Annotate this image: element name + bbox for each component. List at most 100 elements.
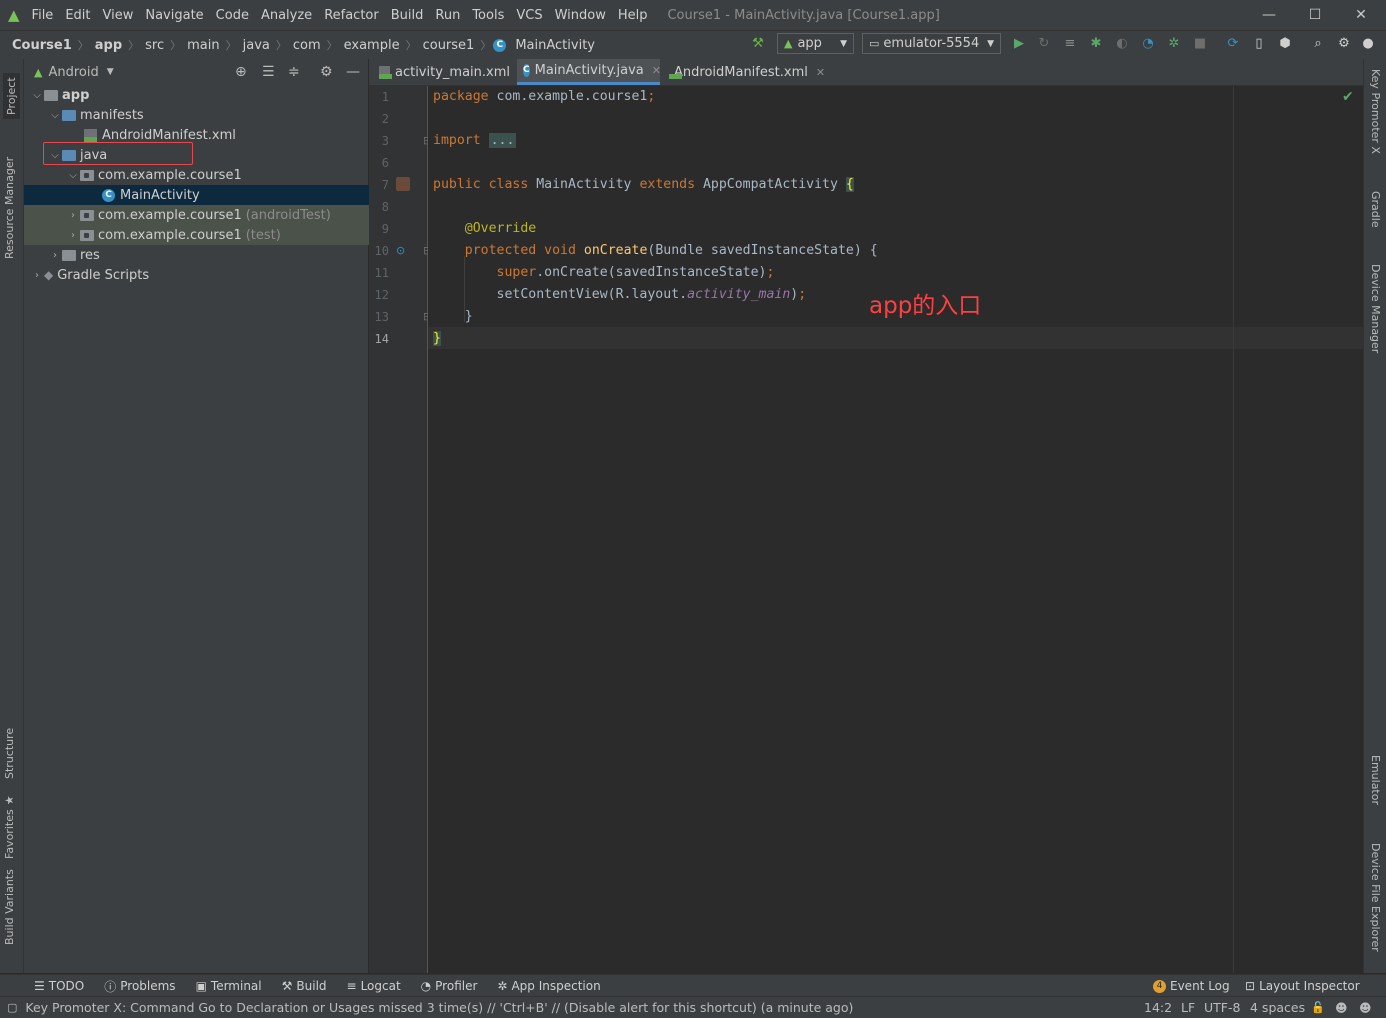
- menu-refactor[interactable]: Refactor: [318, 8, 385, 23]
- chevron-right-icon[interactable]: ›: [66, 230, 80, 241]
- locate-icon[interactable]: ⊕: [235, 64, 247, 80]
- chevron-down-icon[interactable]: ⌵: [66, 170, 80, 181]
- search-icon[interactable]: ⌕: [1309, 34, 1327, 52]
- breadcrumb-course1[interactable]: course1: [419, 38, 479, 53]
- stop-icon[interactable]: ■: [1191, 34, 1209, 52]
- file-encoding[interactable]: UTF-8: [1204, 1000, 1240, 1015]
- tool-tab-device-file-explorer[interactable]: Device File Explorer: [1369, 843, 1382, 952]
- profile-icon[interactable]: ◔: [1139, 34, 1157, 52]
- sdk-manager-icon[interactable]: ⬢: [1276, 34, 1294, 52]
- toggle-tool-windows-icon[interactable]: ▢: [7, 1001, 17, 1014]
- profile-avatar-icon[interactable]: ●: [1359, 34, 1377, 52]
- tool-tab-key-promoter[interactable]: Key Promoter X: [1369, 69, 1382, 154]
- tree-item-package-test[interactable]: › com.example.course1 (test): [24, 225, 410, 245]
- inspection-smiley-icon[interactable]: ☻: [1335, 1001, 1348, 1015]
- sync-gradle-icon[interactable]: ⟳: [1224, 34, 1242, 52]
- tool-app-inspection[interactable]: ✲ App Inspection: [497, 979, 600, 993]
- menu-vcs[interactable]: VCS: [510, 8, 548, 23]
- attach-debugger-icon[interactable]: ◐: [1113, 34, 1131, 52]
- tool-tab-resource-manager[interactable]: Resource Manager: [3, 157, 16, 259]
- run-config-select[interactable]: ▲ app ▼: [777, 33, 854, 54]
- tool-event-log[interactable]: 4 Event Log: [1153, 979, 1230, 993]
- minimize-panel-icon[interactable]: —: [346, 64, 360, 80]
- tool-tab-build-variants[interactable]: Build Variants: [3, 869, 16, 945]
- indent-setting[interactable]: 4 spaces: [1250, 1000, 1305, 1015]
- menu-view[interactable]: View: [97, 8, 140, 23]
- collapse-all-icon[interactable]: ≑: [288, 64, 300, 80]
- tab-androidmanifest-xml[interactable]: AndroidManifest.xml ✕: [663, 59, 828, 85]
- activity-marker-icon[interactable]: [396, 177, 410, 191]
- chevron-down-icon[interactable]: ⌵: [30, 90, 44, 101]
- breadcrumb-src[interactable]: src: [141, 38, 168, 53]
- menu-code[interactable]: Code: [210, 8, 255, 23]
- project-view-mode[interactable]: Android: [48, 65, 98, 80]
- tree-item-manifests[interactable]: ⌵ manifests: [24, 105, 392, 125]
- chevron-right-icon[interactable]: ›: [30, 270, 44, 281]
- chevron-down-icon[interactable]: ▼: [107, 67, 114, 77]
- tool-layout-inspector[interactable]: ⊡ Layout Inspector: [1245, 979, 1360, 993]
- tool-tab-device-manager[interactable]: Device Manager: [1369, 264, 1382, 353]
- tree-item-res[interactable]: › res: [24, 245, 392, 265]
- tree-item-package-main[interactable]: ⌵ com.example.course1: [24, 165, 410, 185]
- no-problems-check-icon[interactable]: ✔: [1342, 89, 1354, 105]
- close-icon[interactable]: ✕: [652, 64, 661, 77]
- breadcrumb-com[interactable]: com: [289, 38, 325, 53]
- tree-item-app[interactable]: ⌵ app: [24, 85, 374, 105]
- apply-changes-icon[interactable]: ≡: [1061, 34, 1079, 52]
- chevron-right-icon[interactable]: ›: [48, 250, 62, 261]
- tool-tab-structure[interactable]: Structure: [3, 728, 16, 779]
- menu-file[interactable]: File: [26, 8, 60, 23]
- tool-profiler[interactable]: ◔ Profiler: [421, 979, 478, 993]
- gear-icon[interactable]: ⚙: [320, 64, 333, 80]
- breadcrumb-module[interactable]: app: [91, 38, 126, 53]
- close-button[interactable]: ✕: [1338, 0, 1384, 30]
- device-manager-icon[interactable]: ▯: [1250, 34, 1268, 52]
- breadcrumb-mainactivity[interactable]: MainActivity: [511, 38, 599, 53]
- run-icon[interactable]: ▶: [1010, 34, 1028, 52]
- caret-position[interactable]: 14:2: [1144, 1000, 1172, 1015]
- tool-problems[interactable]: ⓘ Problems: [104, 978, 175, 995]
- breadcrumb-example[interactable]: example: [340, 38, 404, 53]
- line-separator[interactable]: LF: [1181, 1000, 1195, 1015]
- chevron-right-icon[interactable]: ›: [66, 210, 80, 221]
- menu-edit[interactable]: Edit: [59, 8, 96, 23]
- breadcrumb-project[interactable]: Course1: [8, 38, 76, 53]
- expand-all-icon[interactable]: ☰: [262, 64, 275, 80]
- debug-icon[interactable]: ✱: [1087, 34, 1105, 52]
- tool-tab-emulator[interactable]: Emulator: [1369, 755, 1382, 805]
- lock-icon[interactable]: 🔓: [1311, 1001, 1325, 1014]
- menu-window[interactable]: Window: [549, 8, 612, 23]
- gear-icon[interactable]: ⚙: [1335, 34, 1353, 52]
- code-editor[interactable]: package com.example.course1; import ... …: [428, 86, 1363, 973]
- rerun-icon[interactable]: ↻: [1035, 34, 1053, 52]
- feedback-icon[interactable]: ☻: [1359, 1001, 1372, 1015]
- override-method-icon[interactable]: ⊙: [396, 244, 405, 257]
- make-project-hammer-icon[interactable]: ⚒: [749, 34, 767, 52]
- menu-tools[interactable]: Tools: [466, 8, 510, 23]
- tab-mainactivity-java[interactable]: C MainActivity.java ✕: [517, 59, 661, 85]
- status-message[interactable]: Key Promoter X: Command Go to Declaratio…: [25, 1000, 853, 1015]
- breadcrumb-main[interactable]: main: [183, 38, 223, 53]
- close-icon[interactable]: ✕: [816, 66, 825, 79]
- menu-navigate[interactable]: Navigate: [139, 8, 209, 23]
- maximize-button[interactable]: ☐: [1292, 0, 1338, 30]
- tab-activity-main-xml[interactable]: activity_main.xml: [373, 59, 516, 85]
- tool-logcat[interactable]: ≡ Logcat: [347, 979, 401, 993]
- breadcrumb-java[interactable]: java: [239, 38, 274, 53]
- menu-run[interactable]: Run: [429, 8, 466, 23]
- menu-build[interactable]: Build: [385, 8, 430, 23]
- minimize-button[interactable]: —: [1246, 0, 1292, 30]
- menu-help[interactable]: Help: [612, 8, 654, 23]
- tool-tab-favorites[interactable]: Favorites ★: [3, 795, 16, 859]
- tree-item-package-androidtest[interactable]: › com.example.course1 (androidTest): [24, 205, 410, 225]
- tool-todo[interactable]: ☰ TODO: [34, 979, 84, 993]
- editor-gutter[interactable]: 1 2 3 6 7 8 9 10 11 12 13 14 ⊙ ⊟ ⊟ ⊟: [369, 86, 432, 973]
- tree-item-gradle-scripts[interactable]: › ◆ Gradle Scripts: [24, 265, 374, 285]
- menu-analyze[interactable]: Analyze: [255, 8, 318, 23]
- tool-tab-project[interactable]: Project: [3, 73, 20, 119]
- attach-process-icon[interactable]: ✲: [1165, 34, 1183, 52]
- tool-tab-gradle[interactable]: Gradle: [1369, 191, 1382, 228]
- tool-terminal[interactable]: ▣ Terminal: [196, 979, 262, 993]
- chevron-down-icon[interactable]: ⌵: [48, 110, 62, 121]
- tool-build[interactable]: ⚒ Build: [282, 979, 327, 993]
